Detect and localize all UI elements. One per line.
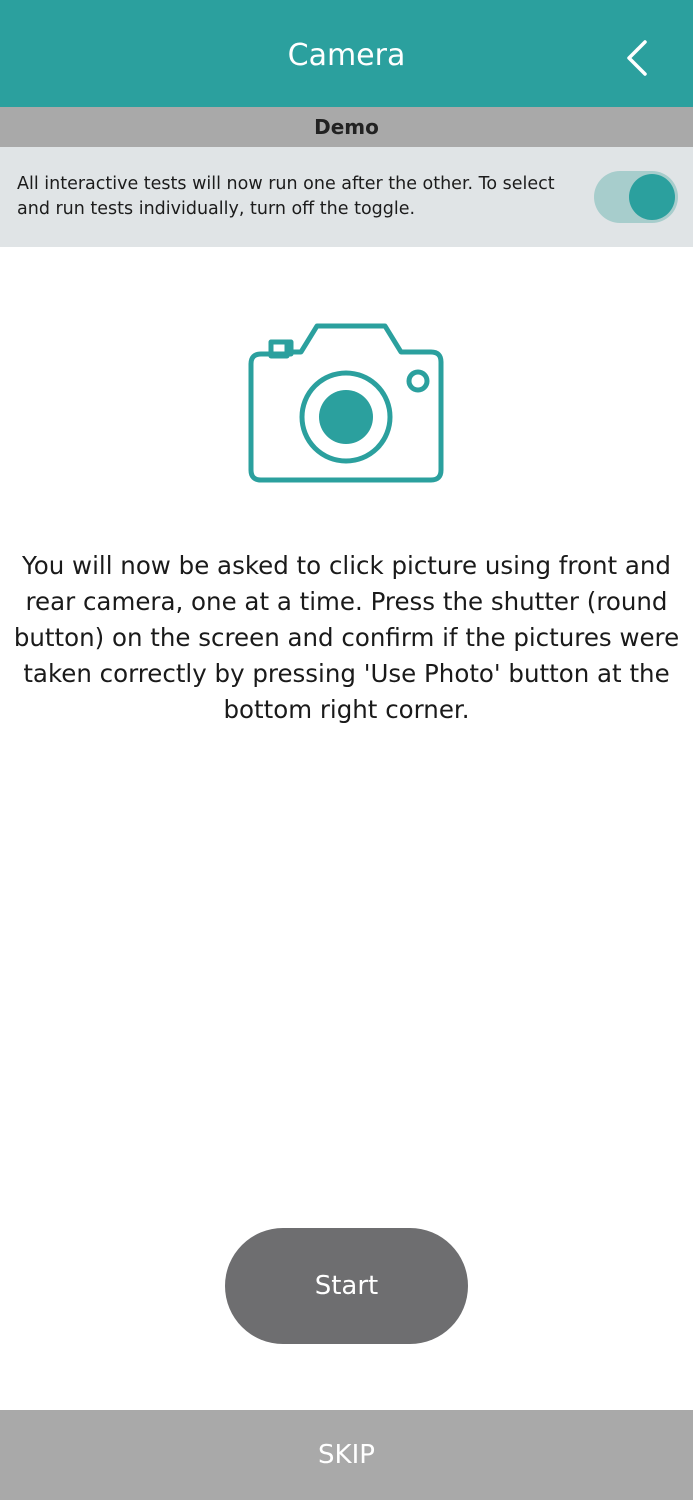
demo-banner: Demo bbox=[0, 107, 693, 147]
sequential-tests-toggle[interactable] bbox=[594, 171, 678, 223]
demo-label: Demo bbox=[314, 115, 379, 139]
sequential-tests-info-bar: All interactive tests will now run one a… bbox=[0, 147, 693, 247]
camera-icon bbox=[247, 322, 447, 486]
back-button[interactable] bbox=[623, 36, 653, 80]
start-button[interactable]: Start bbox=[225, 1228, 468, 1344]
toggle-knob bbox=[629, 174, 675, 220]
header-bar: Camera bbox=[0, 0, 693, 107]
instructions-text: You will now be asked to click picture u… bbox=[13, 551, 680, 724]
sequential-tests-info-text: All interactive tests will now run one a… bbox=[17, 174, 555, 219]
skip-button[interactable]: SKIP bbox=[0, 1410, 693, 1500]
chevron-left-icon bbox=[623, 36, 653, 80]
page-title: Camera bbox=[287, 38, 406, 73]
